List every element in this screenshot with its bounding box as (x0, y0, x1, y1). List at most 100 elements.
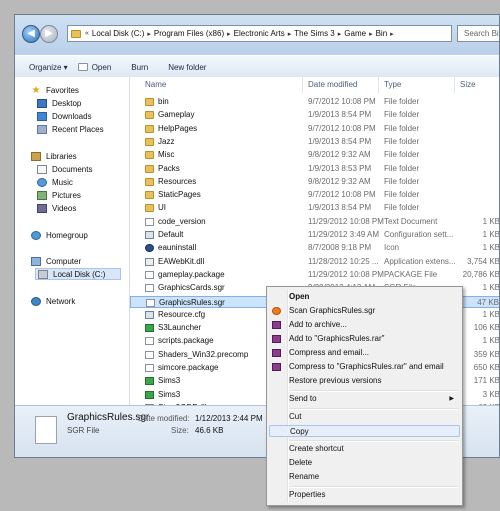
organize-button[interactable]: Organize ▾ (29, 63, 68, 72)
file-name: Shaders_Win32.precomp (158, 349, 249, 359)
file-date: 11/28/2012 10:25 ... (308, 256, 379, 266)
nav-network[interactable]: Network (31, 295, 75, 307)
chevron-right-icon: ▸ (337, 30, 342, 38)
file-row[interactable]: EAWebKit.dll 11/28/2012 10:25 ... Applicat… (130, 256, 499, 268)
file-row[interactable]: gameplay.package 11/29/2012 10:08 PM PACKA… (130, 269, 499, 281)
menu-item-scan[interactable]: Scan GraphicsRules.sgr (269, 305, 460, 317)
file-row[interactable]: Jazz 1/9/2013 8:54 PM File folder (130, 136, 499, 148)
menu-separator (289, 440, 458, 442)
menu-label: Compress to "GraphicsRules.rar" and emai… (289, 362, 444, 371)
file-row[interactable]: Default 11/29/2012 3:49 AM Configuration s… (130, 229, 500, 241)
column-header-name[interactable]: Name (145, 77, 166, 93)
file-size: 1 KB (482, 309, 500, 319)
back-button[interactable]: ◀ (22, 25, 40, 43)
nav-label: Music (52, 177, 73, 187)
file-file-icon (145, 270, 154, 279)
nav-documents[interactable]: Documents (37, 163, 92, 175)
menu-item-add-rar[interactable]: Add to "GraphicsRules.rar" (269, 333, 460, 345)
column-divider[interactable] (454, 77, 455, 93)
file-date: 11/29/2012 10:08 PM (308, 216, 384, 226)
open-button[interactable]: Open (92, 63, 112, 72)
file-row[interactable]: Packs 1/9/2013 8:53 PM File folder (130, 163, 499, 175)
nav-recent-places[interactable]: Recent Places (37, 123, 104, 135)
address-bar[interactable]: « Local Disk (C:) ▸ Program Files (x86) … (67, 25, 452, 42)
file-type: File folder (384, 150, 420, 160)
menu-label: Add to archive... (289, 320, 347, 329)
file-name: bin (158, 97, 169, 106)
menu-item-compress-email[interactable]: Compress and email... (269, 347, 460, 359)
chevron-right-icon: ▸ (227, 30, 231, 38)
column-header-type[interactable]: Type (384, 77, 401, 93)
breadcrumb-program-files[interactable]: Program Files (x86) (154, 29, 224, 38)
file-row[interactable]: Resources 9/8/2012 9:32 AM File folder (130, 176, 499, 188)
nav-music[interactable]: Music (37, 176, 73, 188)
file-row[interactable]: HelpPages 9/7/2012 10:08 PM File folder (130, 123, 499, 135)
nav-downloads[interactable]: Downloads (37, 110, 92, 122)
file-size: 1 KB (482, 283, 500, 293)
file-size: 47 KB (477, 297, 499, 307)
column-header-date[interactable]: Date modified (308, 77, 357, 93)
folder-icon (145, 164, 154, 173)
column-divider[interactable] (378, 77, 379, 93)
burn-button[interactable]: Burn (131, 63, 148, 72)
nav-label: Videos (52, 203, 77, 213)
column-divider[interactable] (302, 77, 303, 93)
menu-label: Copy (290, 427, 309, 436)
file-row[interactable]: UI 1/9/2013 8:54 PM File folder (130, 202, 499, 214)
context-menu: Open Scan GraphicsRules.sgr Add to archi… (266, 286, 463, 506)
file-date: 9/7/2012 10:08 PM (308, 123, 376, 133)
breadcrumb-game[interactable]: Game (344, 29, 366, 38)
nav-desktop[interactable]: Desktop (37, 97, 81, 109)
network-icon (31, 296, 41, 306)
file-row[interactable]: StaticPages 9/7/2012 10:08 PM File folder (130, 189, 499, 201)
file-name: S3Launcher (158, 323, 202, 333)
nav-libraries[interactable]: Libraries (31, 150, 77, 162)
folder-icon (145, 111, 154, 120)
menu-item-properties[interactable]: Properties (269, 489, 460, 501)
search-input[interactable]: Search Bin (457, 25, 499, 42)
nav-computer[interactable]: Computer (31, 255, 81, 267)
menu-item-open[interactable]: Open (269, 291, 460, 303)
menu-label: Properties (289, 490, 326, 499)
menu-item-delete[interactable]: Delete (269, 457, 460, 469)
breadcrumb-the-sims-3[interactable]: The Sims 3 (294, 29, 334, 38)
nav-homegroup[interactable]: Homegroup (31, 229, 88, 241)
menu-item-add-archive[interactable]: Add to archive... (269, 319, 460, 331)
menu-item-copy[interactable]: Copy (269, 425, 460, 437)
nav-pictures[interactable]: Pictures (37, 189, 81, 201)
file-date: 9/8/2012 9:32 AM (308, 176, 371, 186)
file-date: 9/7/2012 10:08 PM (308, 97, 376, 106)
breadcrumb-local-disk[interactable]: Local Disk (C:) (92, 29, 144, 38)
menu-item-send-to[interactable]: Send to ▶ (269, 393, 460, 405)
nav-videos[interactable]: Videos (37, 202, 76, 214)
chevron-right-icon: ▸ (390, 30, 394, 38)
menu-item-create-shortcut[interactable]: Create shortcut (269, 443, 460, 455)
file-name: Packs (158, 163, 180, 173)
file-name: GraphicsCards.sgr (158, 283, 225, 293)
column-header-size[interactable]: Size (460, 77, 476, 93)
file-row[interactable]: Misc 9/8/2012 9:32 AM File folder (130, 149, 499, 161)
sims-file-icon (145, 324, 154, 333)
nav-local-disk[interactable]: Local Disk (C:) (35, 268, 121, 280)
breadcrumb-electronic-arts[interactable]: Electronic Arts (234, 29, 285, 38)
downloads-icon (37, 111, 47, 121)
file-size: 106 KB (473, 323, 500, 333)
file-row[interactable]: Gameplay 1/9/2013 8:54 PM File folder (130, 109, 499, 121)
details-filename: GraphicsRules.sgr (67, 412, 150, 423)
breadcrumb-bin[interactable]: Bin (376, 29, 388, 38)
file-row[interactable]: code_version 11/29/2012 10:08 PM Text Docu… (130, 216, 499, 228)
new-folder-button[interactable]: New folder (168, 63, 206, 72)
menu-item-cut[interactable]: Cut (269, 411, 460, 423)
menu-item-compress-rar-email[interactable]: Compress to "GraphicsRules.rar" and emai… (269, 361, 460, 373)
menu-item-restore[interactable]: Restore previous versions (269, 375, 460, 387)
file-size: 1 KB (482, 230, 500, 239)
navigation-bar: ◀ ▶ « Local Disk (C:) ▸ Program Files (x… (15, 15, 499, 55)
file-row[interactable]: eauninstall 8/7/2008 9:18 PM Icon 1 KB (130, 242, 499, 254)
menu-label: Add to "GraphicsRules.rar" (289, 334, 385, 343)
file-row[interactable]: bin 9/7/2012 10:08 PM File folder (130, 96, 499, 108)
nav-favorites[interactable]: ★ Favorites (31, 84, 79, 96)
forward-button[interactable]: ▶ (40, 25, 58, 43)
dll-file-icon (145, 257, 154, 266)
menu-label: Compress and email... (289, 348, 370, 357)
menu-item-rename[interactable]: Rename (269, 471, 460, 483)
